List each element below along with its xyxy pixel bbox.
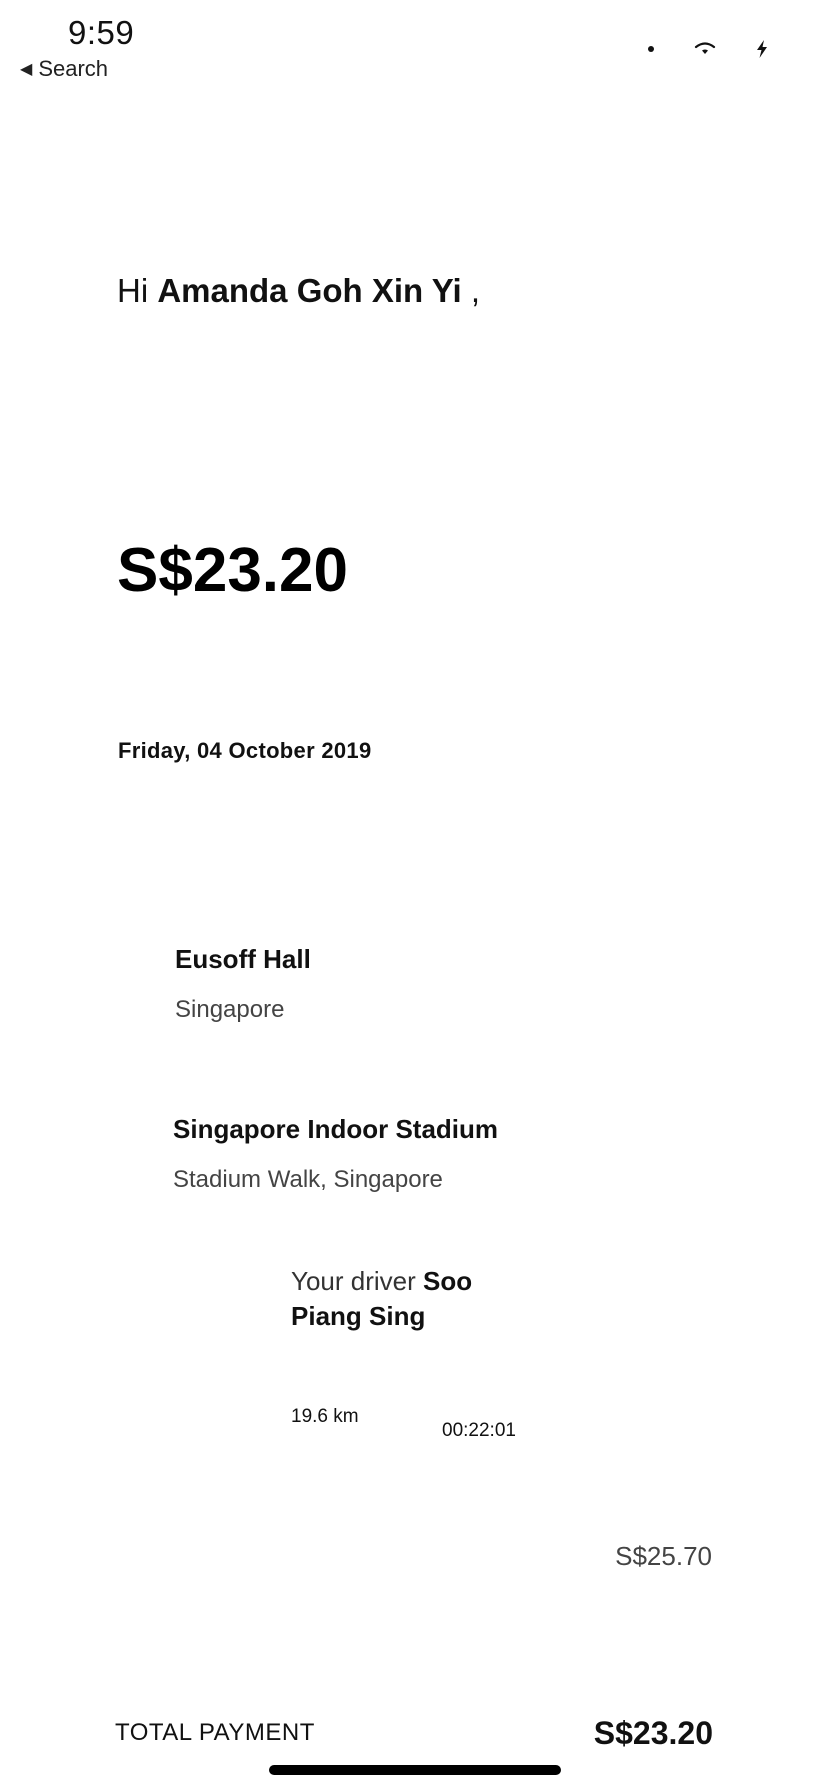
total-payment-amount: S$23.20	[593, 1715, 713, 1751]
trip-duration: 00:22:01	[442, 1420, 516, 1441]
greeting-prefix: Hi	[117, 272, 149, 309]
back-to-search-button[interactable]: ◀ Search	[20, 56, 108, 82]
status-icons	[648, 40, 768, 58]
greeting-suffix: ,	[470, 272, 481, 309]
charging-bolt-icon	[757, 40, 767, 58]
total-payment-label: TOTAL PAYMENT	[115, 1719, 315, 1746]
driver-info: Your driver Soo Piang Sing	[291, 1264, 531, 1334]
back-label: Search	[38, 56, 109, 81]
back-triangle-icon: ◀	[20, 61, 33, 78]
home-indicator[interactable]	[269, 1765, 561, 1775]
status-time: 9:59	[68, 14, 135, 51]
receipt-amount: S$23.20	[117, 536, 348, 605]
pickup-subtitle: Singapore	[175, 996, 285, 1023]
fare-amount: S$25.70	[615, 1541, 712, 1571]
customer-name: Amanda Goh Xin Yi	[157, 272, 462, 309]
pickup-title: Eusoff Hall	[175, 944, 311, 974]
trip-date: Friday, 04 October 2019	[118, 738, 372, 763]
driver-prefix: Your driver	[291, 1266, 416, 1296]
wifi-icon	[694, 42, 716, 54]
dropoff-subtitle: Stadium Walk, Singapore	[173, 1166, 443, 1193]
dropoff-title: Singapore Indoor Stadium	[173, 1114, 499, 1144]
trip-distance: 19.6 km	[291, 1406, 359, 1427]
signal-dot-icon	[648, 46, 654, 52]
greeting: Hi Amanda Goh Xin Yi ,	[117, 272, 480, 310]
